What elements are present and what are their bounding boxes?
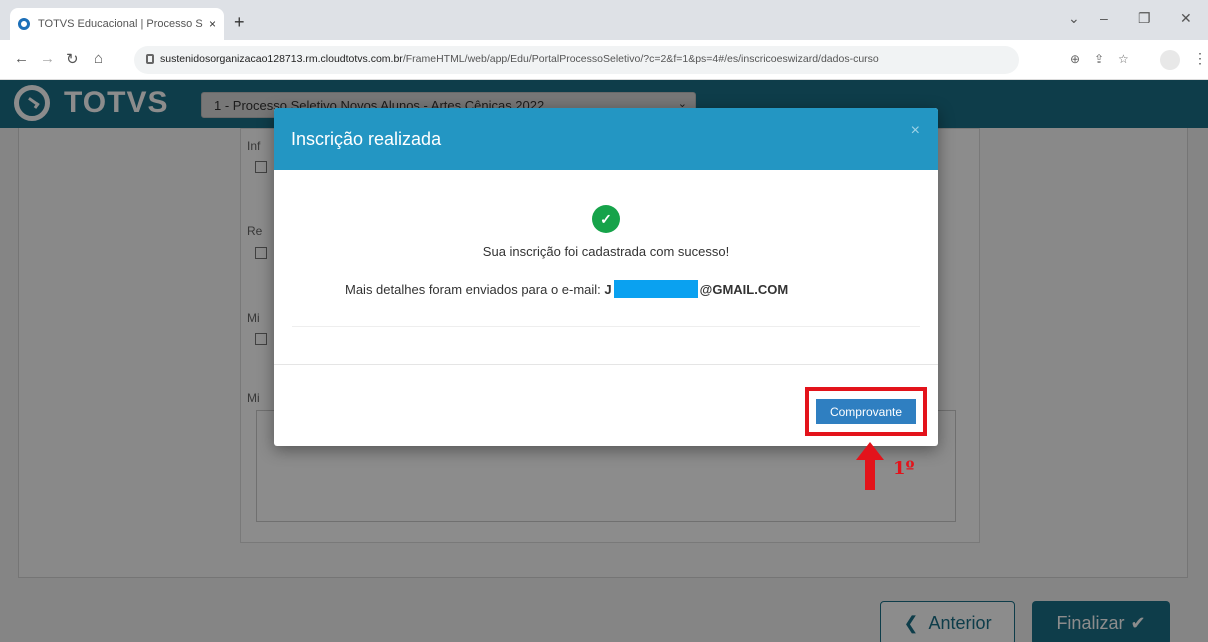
tab-close-icon[interactable]: ×: [209, 17, 216, 31]
browser-menu-icon[interactable]: ⋮: [1193, 50, 1207, 67]
modal-header: Inscrição realizada ×: [274, 108, 938, 170]
browser-tab-bar: TOTVS Educacional | Processo Se × + ⌄ – …: [0, 0, 1208, 40]
lock-icon: [146, 54, 154, 64]
url-text: sustenidosorganizacao128713.rm.cloudtotv…: [160, 53, 879, 65]
email-user: J: [604, 282, 612, 297]
email-line: Mais detalhes foram enviados para o e-ma…: [345, 280, 789, 298]
close-window-button[interactable]: ✕: [1180, 10, 1192, 27]
inscricao-modal: Inscrição realizada × ✓ Sua inscrição fo…: [274, 108, 938, 446]
red-arrow-up-icon: [856, 442, 884, 490]
page-content: TOTVS 1 - Processo Seletivo Novos Alunos…: [0, 80, 1208, 642]
reload-icon[interactable]: ↻: [66, 50, 79, 68]
browser-tab[interactable]: TOTVS Educacional | Processo Se ×: [10, 8, 224, 40]
profile-avatar-icon[interactable]: [1160, 50, 1180, 70]
back-arrow-icon[interactable]: ←: [14, 50, 29, 67]
totvs-favicon-icon: [18, 18, 30, 30]
restore-button[interactable]: ❐: [1138, 10, 1151, 27]
forward-arrow-icon[interactable]: →: [40, 50, 55, 67]
comprovante-button[interactable]: Comprovante: [816, 399, 916, 424]
close-icon[interactable]: ×: [911, 122, 920, 140]
redaction-block: [613, 280, 698, 298]
success-check-icon: ✓: [592, 205, 620, 233]
success-message: Sua inscrição foi cadastrada com sucesso…: [482, 244, 730, 259]
tab-search-chevron-icon[interactable]: ⌄: [1068, 10, 1080, 27]
divider: [292, 326, 920, 327]
share-icon[interactable]: ⇪: [1094, 52, 1104, 66]
home-icon[interactable]: ⌂: [94, 50, 103, 67]
tab-title: TOTVS Educacional | Processo Se: [38, 18, 203, 30]
browser-toolbar: ← → ↻ ⌂ sustenidosorganizacao128713.rm.c…: [0, 40, 1208, 80]
minimize-button[interactable]: –: [1100, 10, 1108, 26]
zoom-icon[interactable]: ⊕: [1070, 52, 1080, 66]
modal-title: Inscrição realizada: [291, 129, 442, 149]
address-bar[interactable]: sustenidosorganizacao128713.rm.cloudtotv…: [134, 46, 1019, 74]
bookmark-star-icon[interactable]: ☆: [1118, 52, 1129, 66]
step-annotation: 1º: [893, 458, 915, 479]
divider: [274, 364, 938, 365]
new-tab-button[interactable]: +: [234, 12, 245, 33]
highlight-box: Comprovante: [805, 387, 927, 436]
email-domain: @GMAIL.COM: [699, 282, 789, 297]
